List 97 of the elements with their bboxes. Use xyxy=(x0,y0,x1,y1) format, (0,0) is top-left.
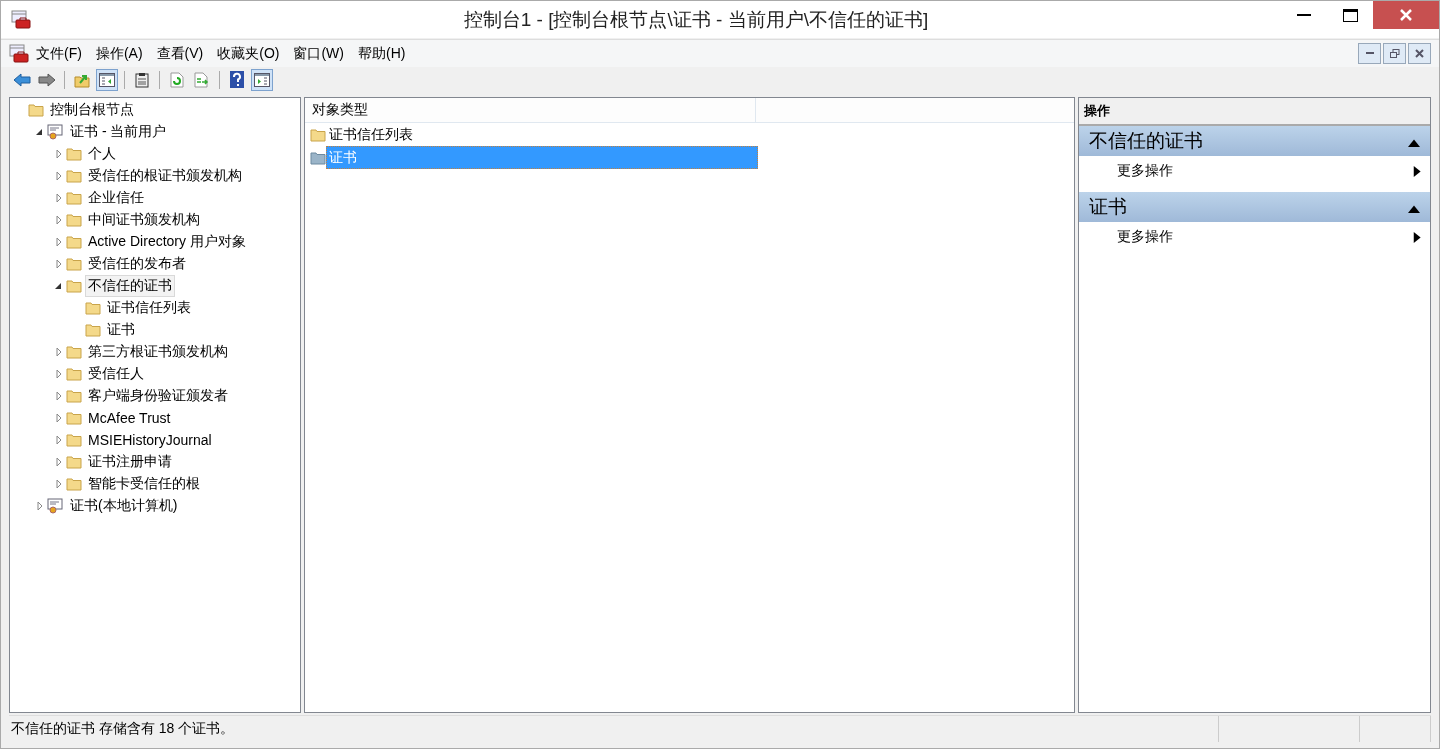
status-text: 不信任的证书 存储含有 18 个证书。 xyxy=(9,716,1219,742)
certificate-icon xyxy=(47,124,64,140)
collapsed-arrow-icon xyxy=(55,238,63,246)
toolbox-icon xyxy=(11,9,31,30)
close-button[interactable] xyxy=(1373,1,1439,29)
collapsed-arrow-icon xyxy=(55,480,63,488)
collapsed-arrow-icon xyxy=(55,260,63,268)
folder-icon xyxy=(28,103,44,117)
tree-item[interactable]: 智能卡受信任的根 xyxy=(85,473,203,495)
console-tree-icon xyxy=(99,72,115,87)
close-button[interactable] xyxy=(1408,43,1431,64)
help-icon xyxy=(230,71,244,88)
toolbar-button[interactable] xyxy=(96,68,118,91)
section-header[interactable]: 不信任的证书 xyxy=(1079,126,1430,156)
folder-icon xyxy=(66,477,82,491)
collapsed-arrow-icon xyxy=(55,392,63,400)
folder-icon xyxy=(66,213,82,227)
forward-arrow-icon xyxy=(38,72,56,87)
certificate-icon xyxy=(47,498,64,514)
expanded-arrow-icon xyxy=(55,282,63,290)
folder-icon xyxy=(66,345,82,359)
tree-item[interactable]: 受信任的根证书颁发机构 xyxy=(85,165,245,187)
collapsed-arrow-icon xyxy=(55,172,63,180)
close-icon xyxy=(1415,49,1424,58)
collapsed-arrow-icon xyxy=(55,370,63,378)
menu-item[interactable]: 窗口(W) xyxy=(286,44,351,63)
tree-item[interactable]: 客户端身份验证颁发者 xyxy=(85,385,231,407)
toolbar-button[interactable] xyxy=(251,68,273,91)
restore-icon xyxy=(1389,49,1400,58)
tree-item[interactable]: 中间证书颁发机构 xyxy=(85,209,203,231)
folder-icon xyxy=(310,127,326,142)
tree-item[interactable]: 控制台根节点 xyxy=(47,99,137,121)
tree-item[interactable]: 证书信任列表 xyxy=(104,297,194,319)
section-header[interactable]: 证书 xyxy=(1079,192,1430,222)
maximize-icon xyxy=(1342,8,1358,22)
action-pane-icon xyxy=(254,72,270,87)
expanded-arrow-icon xyxy=(36,128,44,136)
folder-icon xyxy=(66,279,82,293)
tree-item[interactable]: 第三方根证书颁发机构 xyxy=(85,341,231,363)
minimize-button[interactable] xyxy=(1358,43,1381,64)
tree-item[interactable]: 证书注册申请 xyxy=(85,451,175,473)
folder-icon xyxy=(66,147,82,161)
tree-item[interactable]: McAfee Trust xyxy=(85,408,174,428)
tree-item[interactable]: 证书 xyxy=(104,319,138,341)
folder-icon xyxy=(66,367,82,381)
submenu-arrow-icon xyxy=(1411,231,1422,243)
collapsed-arrow-icon xyxy=(55,458,63,466)
folder-icon xyxy=(66,455,82,469)
menu-item[interactable]: 帮助(H) xyxy=(351,44,413,63)
tree-item[interactable]: Active Directory 用户对象 xyxy=(85,231,249,253)
folder-icon xyxy=(66,169,82,183)
collapsed-arrow-icon xyxy=(36,502,44,510)
close-icon xyxy=(1400,9,1412,21)
menu-item[interactable]: 收藏夹(O) xyxy=(210,44,287,63)
tree-item[interactable]: 受信任人 xyxy=(85,363,147,385)
folder-icon xyxy=(310,150,326,165)
action-item[interactable]: 更多操作 xyxy=(1079,222,1430,252)
collapsed-arrow-icon xyxy=(55,348,63,356)
folder-icon xyxy=(85,301,101,315)
toolbox-icon xyxy=(9,43,29,64)
section-title: 不信任的证书 xyxy=(1089,129,1203,153)
collapsed-arrow-icon xyxy=(55,150,63,158)
folder-icon xyxy=(85,323,101,337)
collapsed-arrow-icon xyxy=(55,436,63,444)
tree-item[interactable]: 企业信任 xyxy=(85,187,147,209)
export-list-icon xyxy=(194,71,210,88)
folder-icon xyxy=(66,433,82,447)
submenu-arrow-icon xyxy=(1411,165,1422,177)
folder-icon xyxy=(66,257,82,271)
folder-icon xyxy=(66,235,82,249)
menu-item[interactable]: 查看(V) xyxy=(149,44,211,63)
collapsed-arrow-icon xyxy=(55,194,63,202)
menu-item[interactable]: 文件(F) xyxy=(29,44,89,63)
tree-item[interactable]: 受信任的发布者 xyxy=(85,253,189,275)
folder-icon xyxy=(66,191,82,205)
restore-button[interactable] xyxy=(1383,43,1406,64)
back-arrow-icon xyxy=(13,72,31,87)
tree-item[interactable]: 证书 - 当前用户 xyxy=(67,121,170,143)
actions-title: 操作 xyxy=(1079,98,1430,126)
collapsed-arrow-icon xyxy=(55,216,63,224)
tree-item[interactable]: 不信任的证书 xyxy=(85,275,175,297)
tree-item[interactable]: 个人 xyxy=(85,143,119,165)
minimize-icon xyxy=(1297,13,1311,17)
section-title: 证书 xyxy=(1089,195,1127,219)
action-item[interactable]: 更多操作 xyxy=(1079,156,1430,186)
tree-item[interactable]: 证书(本地计算机) xyxy=(67,495,181,517)
refresh-icon xyxy=(170,71,184,88)
collapsed-arrow-icon xyxy=(55,414,63,422)
window-title: 控制台1 - [控制台根节点\证书 - 当前用户\不信任的证书] xyxy=(462,7,930,32)
folder-icon xyxy=(66,411,82,425)
tree-item[interactable]: MSIEHistoryJournal xyxy=(85,430,215,450)
folder-icon xyxy=(66,389,82,403)
menu-item[interactable]: 操作(A) xyxy=(88,44,150,63)
column-header[interactable]: 对象类型 xyxy=(305,98,756,122)
list-item[interactable]: 证书信任列表 xyxy=(326,123,758,146)
clipboard-icon xyxy=(135,71,149,88)
minimize-icon xyxy=(1365,52,1374,55)
